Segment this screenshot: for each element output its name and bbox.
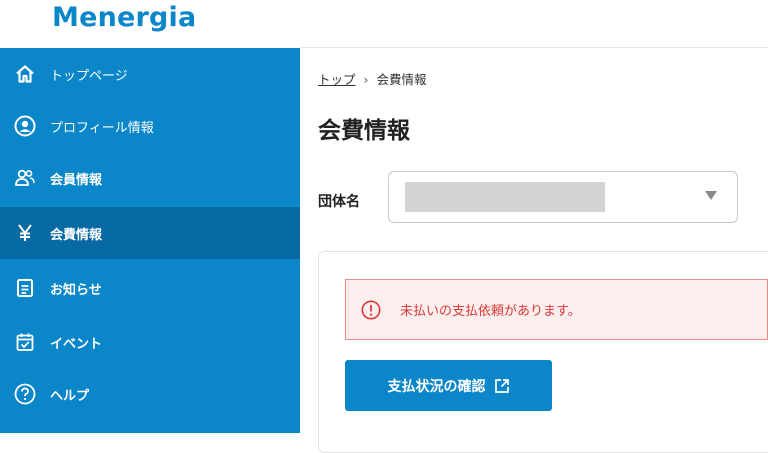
sidebar-item-fees[interactable]: 会費情報	[0, 207, 300, 259]
notice-icon	[14, 277, 36, 299]
sidebar-item-help[interactable]: ヘルプ	[0, 368, 300, 420]
calendar-check-icon	[14, 331, 36, 353]
page-title: 会費情報	[318, 118, 410, 144]
help-icon	[14, 383, 36, 405]
sidebar-item-profile[interactable]: プロフィール情報	[0, 100, 300, 152]
sidebar-item-events[interactable]: イベント	[0, 316, 300, 368]
members-icon	[14, 167, 36, 189]
header-divider	[300, 47, 768, 48]
check-payment-status-button[interactable]: 支払状況の確認	[345, 360, 552, 411]
breadcrumb-home-link[interactable]: トップ	[318, 72, 356, 87]
yen-icon	[14, 222, 36, 244]
button-label: 支払状況の確認	[387, 378, 486, 395]
home-icon	[14, 63, 36, 85]
org-select[interactable]	[388, 171, 738, 223]
profile-icon	[14, 115, 36, 137]
sidebar-item-label: お知らせ	[50, 282, 102, 298]
sidebar-item-label: トップページ	[50, 68, 128, 84]
sidebar: トップページ プロフィール情報 会員情報 会費情報 お知らせ イベント ヘルプ	[0, 48, 300, 433]
breadcrumb-separator: ›	[363, 72, 369, 87]
brand-logo[interactable]: Menergia	[52, 2, 196, 33]
sidebar-item-notices[interactable]: お知らせ	[0, 262, 300, 314]
sidebar-item-label: プロフィール情報	[50, 120, 154, 136]
org-label: 団体名	[318, 194, 360, 210]
breadcrumb: トップ › 会費情報	[318, 69, 427, 88]
sidebar-item-members[interactable]: 会員情報	[0, 152, 300, 204]
sidebar-item-top[interactable]: トップページ	[0, 48, 300, 100]
sidebar-item-label: ヘルプ	[50, 388, 90, 404]
external-link-icon	[494, 378, 509, 393]
warning-circle-icon	[361, 300, 381, 320]
org-selected-value	[405, 182, 605, 212]
sidebar-item-label: 会員情報	[50, 172, 103, 188]
sidebar-item-label: イベント	[50, 336, 103, 352]
breadcrumb-current: 会費情報	[376, 72, 427, 87]
alert-message: 未払いの支払依頼があります。	[400, 304, 581, 319]
unpaid-alert: 未払いの支払依頼があります。	[345, 279, 768, 340]
sidebar-item-label: 会費情報	[50, 227, 103, 243]
chevron-down-icon	[705, 191, 717, 200]
